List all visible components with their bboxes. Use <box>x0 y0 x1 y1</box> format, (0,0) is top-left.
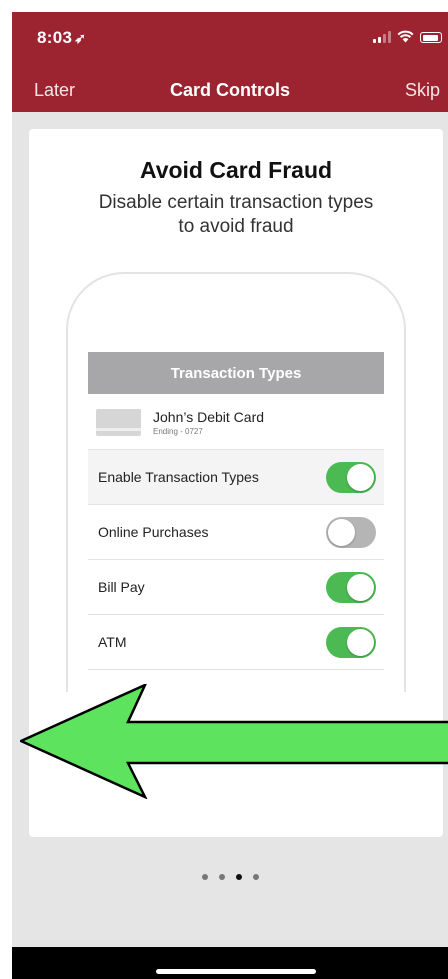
option-label: ATM <box>98 634 127 650</box>
card-ending: Ending - 0727 <box>153 427 203 436</box>
navigation-bar: Later Card Controls Skip <box>12 70 448 112</box>
atm-toggle <box>326 627 376 658</box>
home-indicator[interactable] <box>156 969 316 974</box>
location-arrow-icon: ➶ <box>74 30 87 46</box>
bill-pay-toggle <box>326 572 376 603</box>
app-screen: 8:03 ➶ Later Card Controls Skip Avoid Car… <box>12 12 448 979</box>
battery-icon <box>420 32 442 43</box>
left-arrow-icon <box>20 684 448 799</box>
home-bar <box>12 947 448 979</box>
page-indicator[interactable] <box>12 874 448 880</box>
status-bar: 8:03 ➶ <box>12 12 448 70</box>
enable-transaction-types-row: Enable Transaction Types <box>88 450 384 505</box>
onboarding-headline: Avoid Card Fraud <box>139 157 333 183</box>
page-dot-active[interactable] <box>235 874 242 880</box>
status-time-text: 8:03 <box>37 28 73 47</box>
page-dot[interactable] <box>252 874 259 880</box>
online-purchases-row: Online Purchases <box>88 505 384 560</box>
wifi-icon <box>397 30 414 43</box>
status-icons <box>373 30 442 43</box>
onboarding-subheadline: Disable certain transaction types to avo… <box>98 192 374 237</box>
bill-pay-row: Bill Pay <box>88 560 384 615</box>
atm-row: ATM <box>88 615 384 670</box>
card-name: John’s Debit Card <box>153 409 265 425</box>
transaction-types-header: Transaction Types <box>88 352 384 394</box>
debit-card-row: John’s Debit Card Ending - 0727 <box>88 394 384 450</box>
phone-illustration: Transaction Types John’s Debit Card Endi… <box>66 272 406 692</box>
option-label: Enable Transaction Types <box>98 469 259 485</box>
page-title: Card Controls <box>169 80 290 100</box>
option-label: Bill Pay <box>98 579 145 595</box>
debit-card-icon <box>96 409 141 436</box>
status-time: 8:03 ➶ <box>37 28 86 48</box>
enable-transaction-types-toggle <box>326 462 376 493</box>
cellular-signal-icon <box>373 31 391 43</box>
page-dot[interactable] <box>218 874 225 880</box>
option-label: Online Purchases <box>98 524 209 540</box>
online-purchases-toggle <box>326 517 376 548</box>
phone-illustration-screen: Transaction Types John’s Debit Card Endi… <box>88 352 384 692</box>
page-dot[interactable] <box>201 874 208 880</box>
skip-button[interactable]: Skip <box>405 80 440 101</box>
